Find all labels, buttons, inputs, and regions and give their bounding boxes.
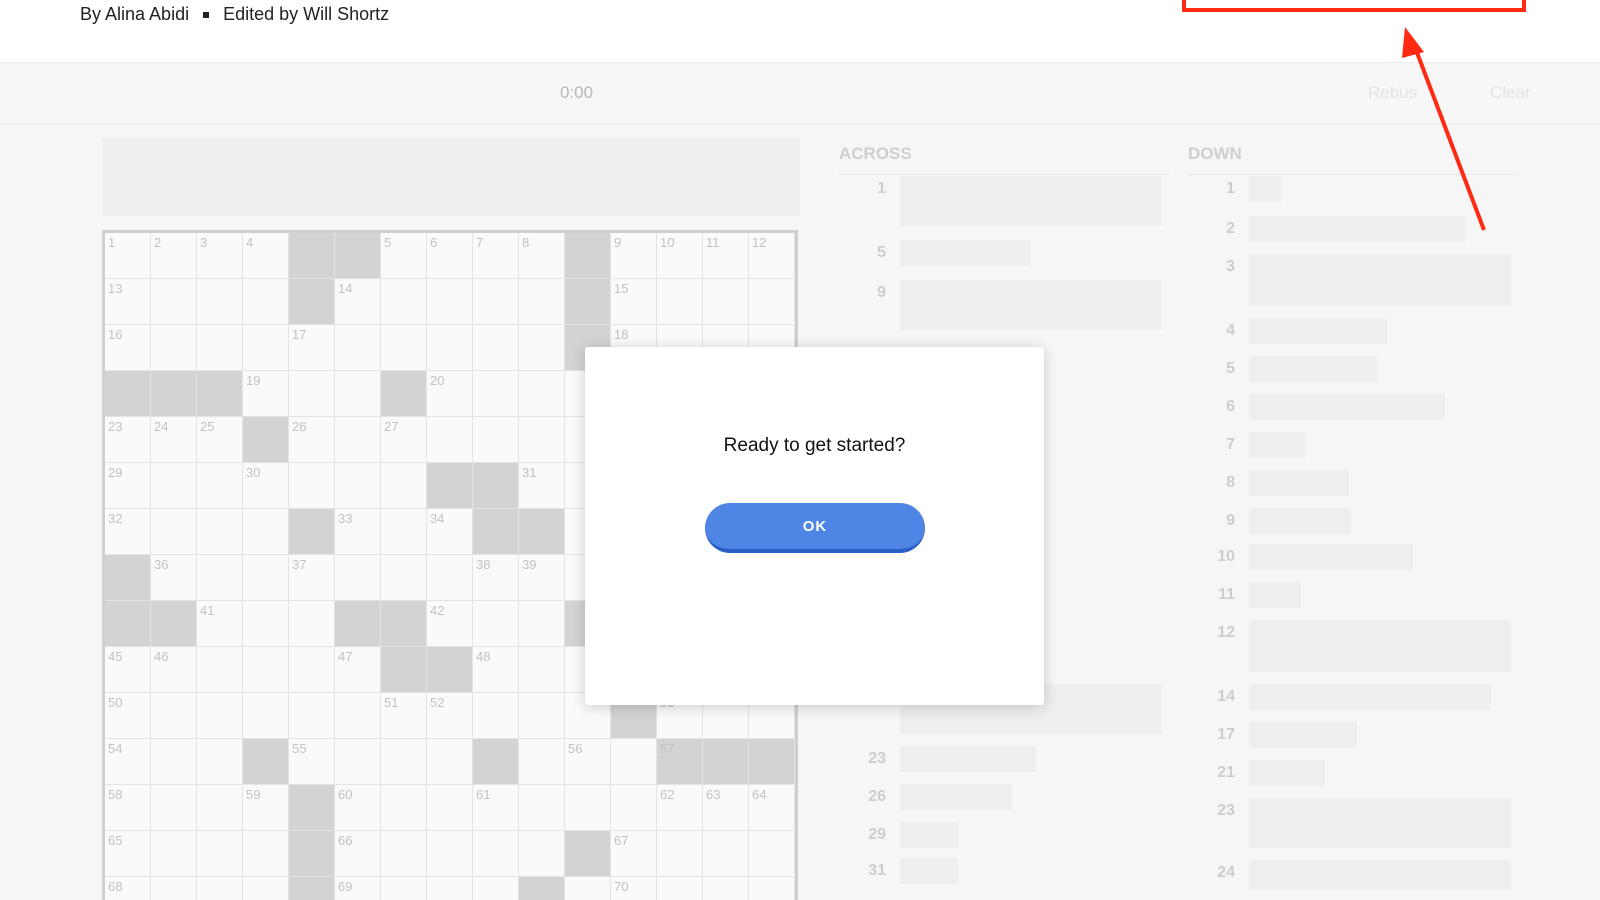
ok-button[interactable]: OK: [705, 503, 925, 553]
modal-overlay: Ready to get started? OK: [0, 0, 1600, 900]
crossword-page: By Alina Abidi Edited by Will Shortz 0:0…: [0, 0, 1600, 900]
dialog-message: Ready to get started?: [723, 435, 906, 456]
start-dialog: Ready to get started? OK: [585, 347, 1044, 705]
